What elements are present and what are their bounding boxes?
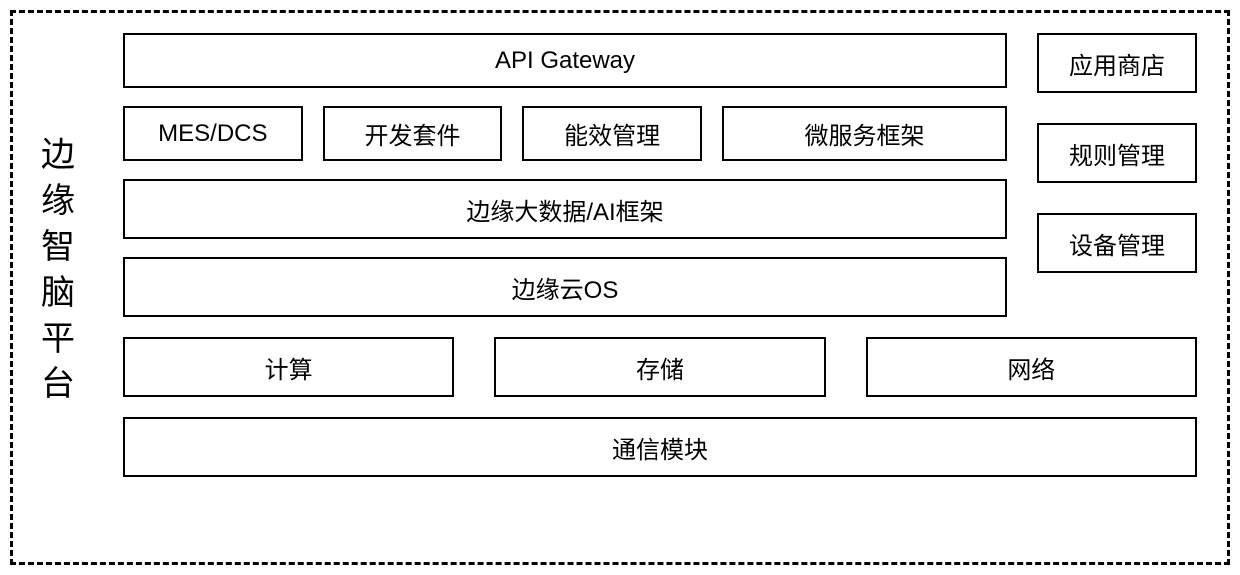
compute-box: 计算	[123, 337, 454, 397]
right-column: 应用商店 规则管理 设备管理	[1037, 33, 1197, 317]
api-gateway-box: API Gateway	[123, 33, 1007, 88]
storage-box: 存储	[494, 337, 825, 397]
rule-mgmt-box: 规则管理	[1037, 123, 1197, 183]
energy-mgmt-box: 能效管理	[522, 106, 702, 161]
infra-row: 计算 存储 网络	[123, 337, 1197, 397]
diagram-frame: 边缘智脑平台 API Gateway MES/DCS 开发套件 能效管理 微服务…	[10, 10, 1230, 565]
edge-os-box: 边缘云OS	[123, 257, 1007, 317]
mes-dcs-box: MES/DCS	[123, 106, 303, 161]
platform-title: 边缘智脑平台	[38, 133, 78, 408]
diagram-content: API Gateway MES/DCS 开发套件 能效管理 微服务框架 边缘大数…	[123, 33, 1197, 542]
services-row: MES/DCS 开发套件 能效管理 微服务框架	[123, 106, 1007, 161]
microservice-box: 微服务框架	[722, 106, 1007, 161]
left-column: API Gateway MES/DCS 开发套件 能效管理 微服务框架 边缘大数…	[123, 33, 1007, 317]
network-box: 网络	[866, 337, 1197, 397]
device-mgmt-box: 设备管理	[1037, 213, 1197, 273]
dev-kit-box: 开发套件	[323, 106, 503, 161]
app-store-box: 应用商店	[1037, 33, 1197, 93]
upper-section: API Gateway MES/DCS 开发套件 能效管理 微服务框架 边缘大数…	[123, 33, 1197, 317]
comm-module-box: 通信模块	[123, 417, 1197, 477]
bigdata-ai-box: 边缘大数据/AI框架	[123, 179, 1007, 239]
